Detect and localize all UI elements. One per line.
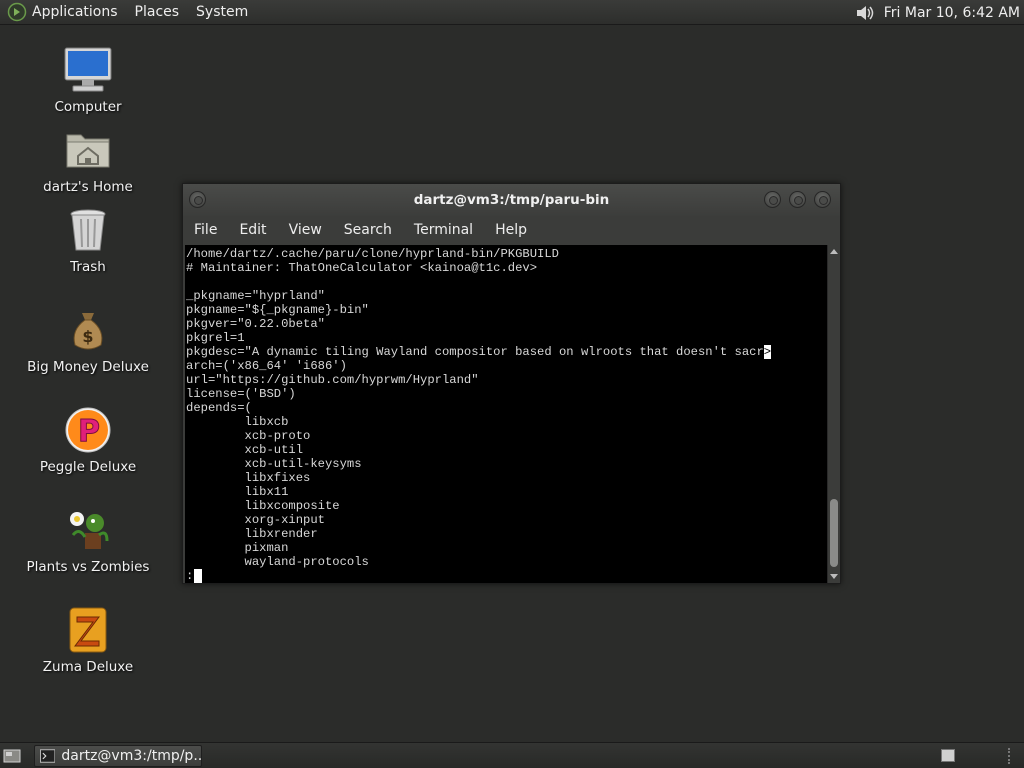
gnome-foot-icon[interactable] xyxy=(7,2,27,22)
menu-search[interactable]: Search xyxy=(344,222,392,238)
desktop-icon-label: Computer xyxy=(54,99,122,115)
terminal-line: # Maintainer: ThatOneCalculator <kainoa@… xyxy=(186,261,538,275)
desktop-icon-peggle[interactable]: P Peggle Deluxe xyxy=(23,405,153,475)
window-titlebar[interactable]: dartz@vm3:/tmp/paru-bin xyxy=(183,184,840,216)
close-button[interactable] xyxy=(814,191,831,208)
terminal-line: pkgrel=1 xyxy=(186,331,245,345)
prompt-char: : xyxy=(186,569,194,583)
applications-menu[interactable]: Applications xyxy=(32,4,118,20)
show-desktop-icon[interactable] xyxy=(3,748,21,764)
bottom-panel: dartz@vm3:/tmp/p... xyxy=(0,742,1024,768)
zuma-icon xyxy=(63,605,113,655)
desktop-icon-label: Big Money Deluxe xyxy=(27,359,149,375)
window-menu-button[interactable] xyxy=(189,191,206,208)
terminal-line: xorg-xinput xyxy=(186,513,325,527)
terminal-line: license=('BSD') xyxy=(186,387,296,401)
scroll-thumb[interactable] xyxy=(830,499,838,567)
desktop-icon-big-money[interactable]: $ Big Money Deluxe xyxy=(23,305,153,375)
maximize-button[interactable] xyxy=(789,191,806,208)
terminal-window[interactable]: dartz@vm3:/tmp/paru-bin File Edit View S… xyxy=(182,183,841,584)
system-menu[interactable]: System xyxy=(196,4,248,20)
scroll-down-arrow[interactable] xyxy=(830,574,838,579)
workspace-switcher-icon[interactable] xyxy=(941,749,955,762)
terminal-line: /home/dartz/.cache/paru/clone/hyprland-b… xyxy=(186,247,559,261)
plants-vs-zombies-icon xyxy=(63,505,113,555)
terminal-line: arch=('x86_64' 'i686') xyxy=(186,359,347,373)
menu-edit[interactable]: Edit xyxy=(239,222,266,238)
money-bag-icon: $ xyxy=(63,305,113,355)
terminal-line: pkgname="${_pkgname}-bin" xyxy=(186,303,369,317)
terminal-line: libxrender xyxy=(186,527,318,541)
terminal-scrollbar[interactable] xyxy=(827,245,840,583)
menu-help[interactable]: Help xyxy=(495,222,527,238)
desktop-icon-label: Zuma Deluxe xyxy=(42,659,134,675)
trash-icon xyxy=(63,205,113,255)
scroll-up-arrow[interactable] xyxy=(830,249,838,254)
home-folder-icon xyxy=(63,125,113,175)
terminal-line: xcb-proto xyxy=(186,429,311,443)
terminal-line: libx11 xyxy=(186,485,289,499)
terminal-line: url="https://github.com/hyprwm/Hyprland" xyxy=(186,373,479,387)
terminal-line: xcb-util-keysyms xyxy=(186,457,362,471)
terminal-line: pkgver="0.22.0beta" xyxy=(186,317,325,331)
desktop-icon-plants-vs-zombies[interactable]: Plants vs Zombies xyxy=(23,505,153,575)
terminal-line: libxcb xyxy=(186,415,289,429)
desktop-icon-computer[interactable]: Computer xyxy=(23,45,153,115)
terminal-icon xyxy=(40,749,56,763)
panel-tray: Fri Mar 10, 6:42 AM xyxy=(854,0,1024,25)
desktop-icon-label: Trash xyxy=(70,259,106,275)
clock[interactable]: Fri Mar 10, 6:42 AM xyxy=(884,5,1020,21)
minimize-button[interactable] xyxy=(764,191,781,208)
terminal-output[interactable]: /home/dartz/.cache/paru/clone/hyprland-b… xyxy=(185,245,827,583)
terminal-line: xcb-util xyxy=(186,443,304,457)
desktop-icon-zuma[interactable]: Zuma Deluxe xyxy=(23,605,153,675)
svg-text:P: P xyxy=(78,414,100,449)
menu-terminal[interactable]: Terminal xyxy=(414,222,473,238)
menu-file[interactable]: File xyxy=(194,222,217,238)
pager-prompt[interactable]: : xyxy=(186,569,827,583)
terminal-line: depends=( xyxy=(186,401,252,415)
desktop-icon-label: Plants vs Zombies xyxy=(26,559,150,575)
task-label: dartz@vm3:/tmp/p... xyxy=(61,748,201,764)
terminal-line: _pkgname="hyprland" xyxy=(186,289,325,303)
panel-handle xyxy=(1008,748,1014,764)
desktop-icon-trash[interactable]: Trash xyxy=(23,205,153,275)
places-menu[interactable]: Places xyxy=(135,4,180,20)
terminal-line: libxcomposite xyxy=(186,499,340,513)
desktop-icon-home[interactable]: dartz's Home xyxy=(23,125,153,195)
top-panel: Applications Places System Fri Mar 10, 6… xyxy=(0,0,1024,25)
window-menubar: File Edit View Search Terminal Help xyxy=(183,216,840,244)
window-title: dartz@vm3:/tmp/paru-bin xyxy=(413,192,610,208)
terminal-line: wayland-protocols xyxy=(186,555,369,569)
peggle-icon: P xyxy=(63,405,113,455)
text-cursor xyxy=(194,569,203,583)
speaker-volume-icon[interactable] xyxy=(854,3,876,23)
terminal-line: libxfixes xyxy=(186,471,311,485)
terminal-line: pkgdesc="A dynamic tiling Wayland compos… xyxy=(186,345,772,359)
computer-icon xyxy=(63,45,113,95)
desktop-icon-label: Peggle Deluxe xyxy=(39,459,137,475)
menu-view[interactable]: View xyxy=(289,222,322,238)
taskbar-terminal-button[interactable]: dartz@vm3:/tmp/p... xyxy=(34,745,202,767)
line-truncation-marker: > xyxy=(763,345,772,359)
svg-text:$: $ xyxy=(82,327,93,346)
desktop-icon-label: dartz's Home xyxy=(43,179,133,195)
terminal-line: pixman xyxy=(186,541,289,555)
